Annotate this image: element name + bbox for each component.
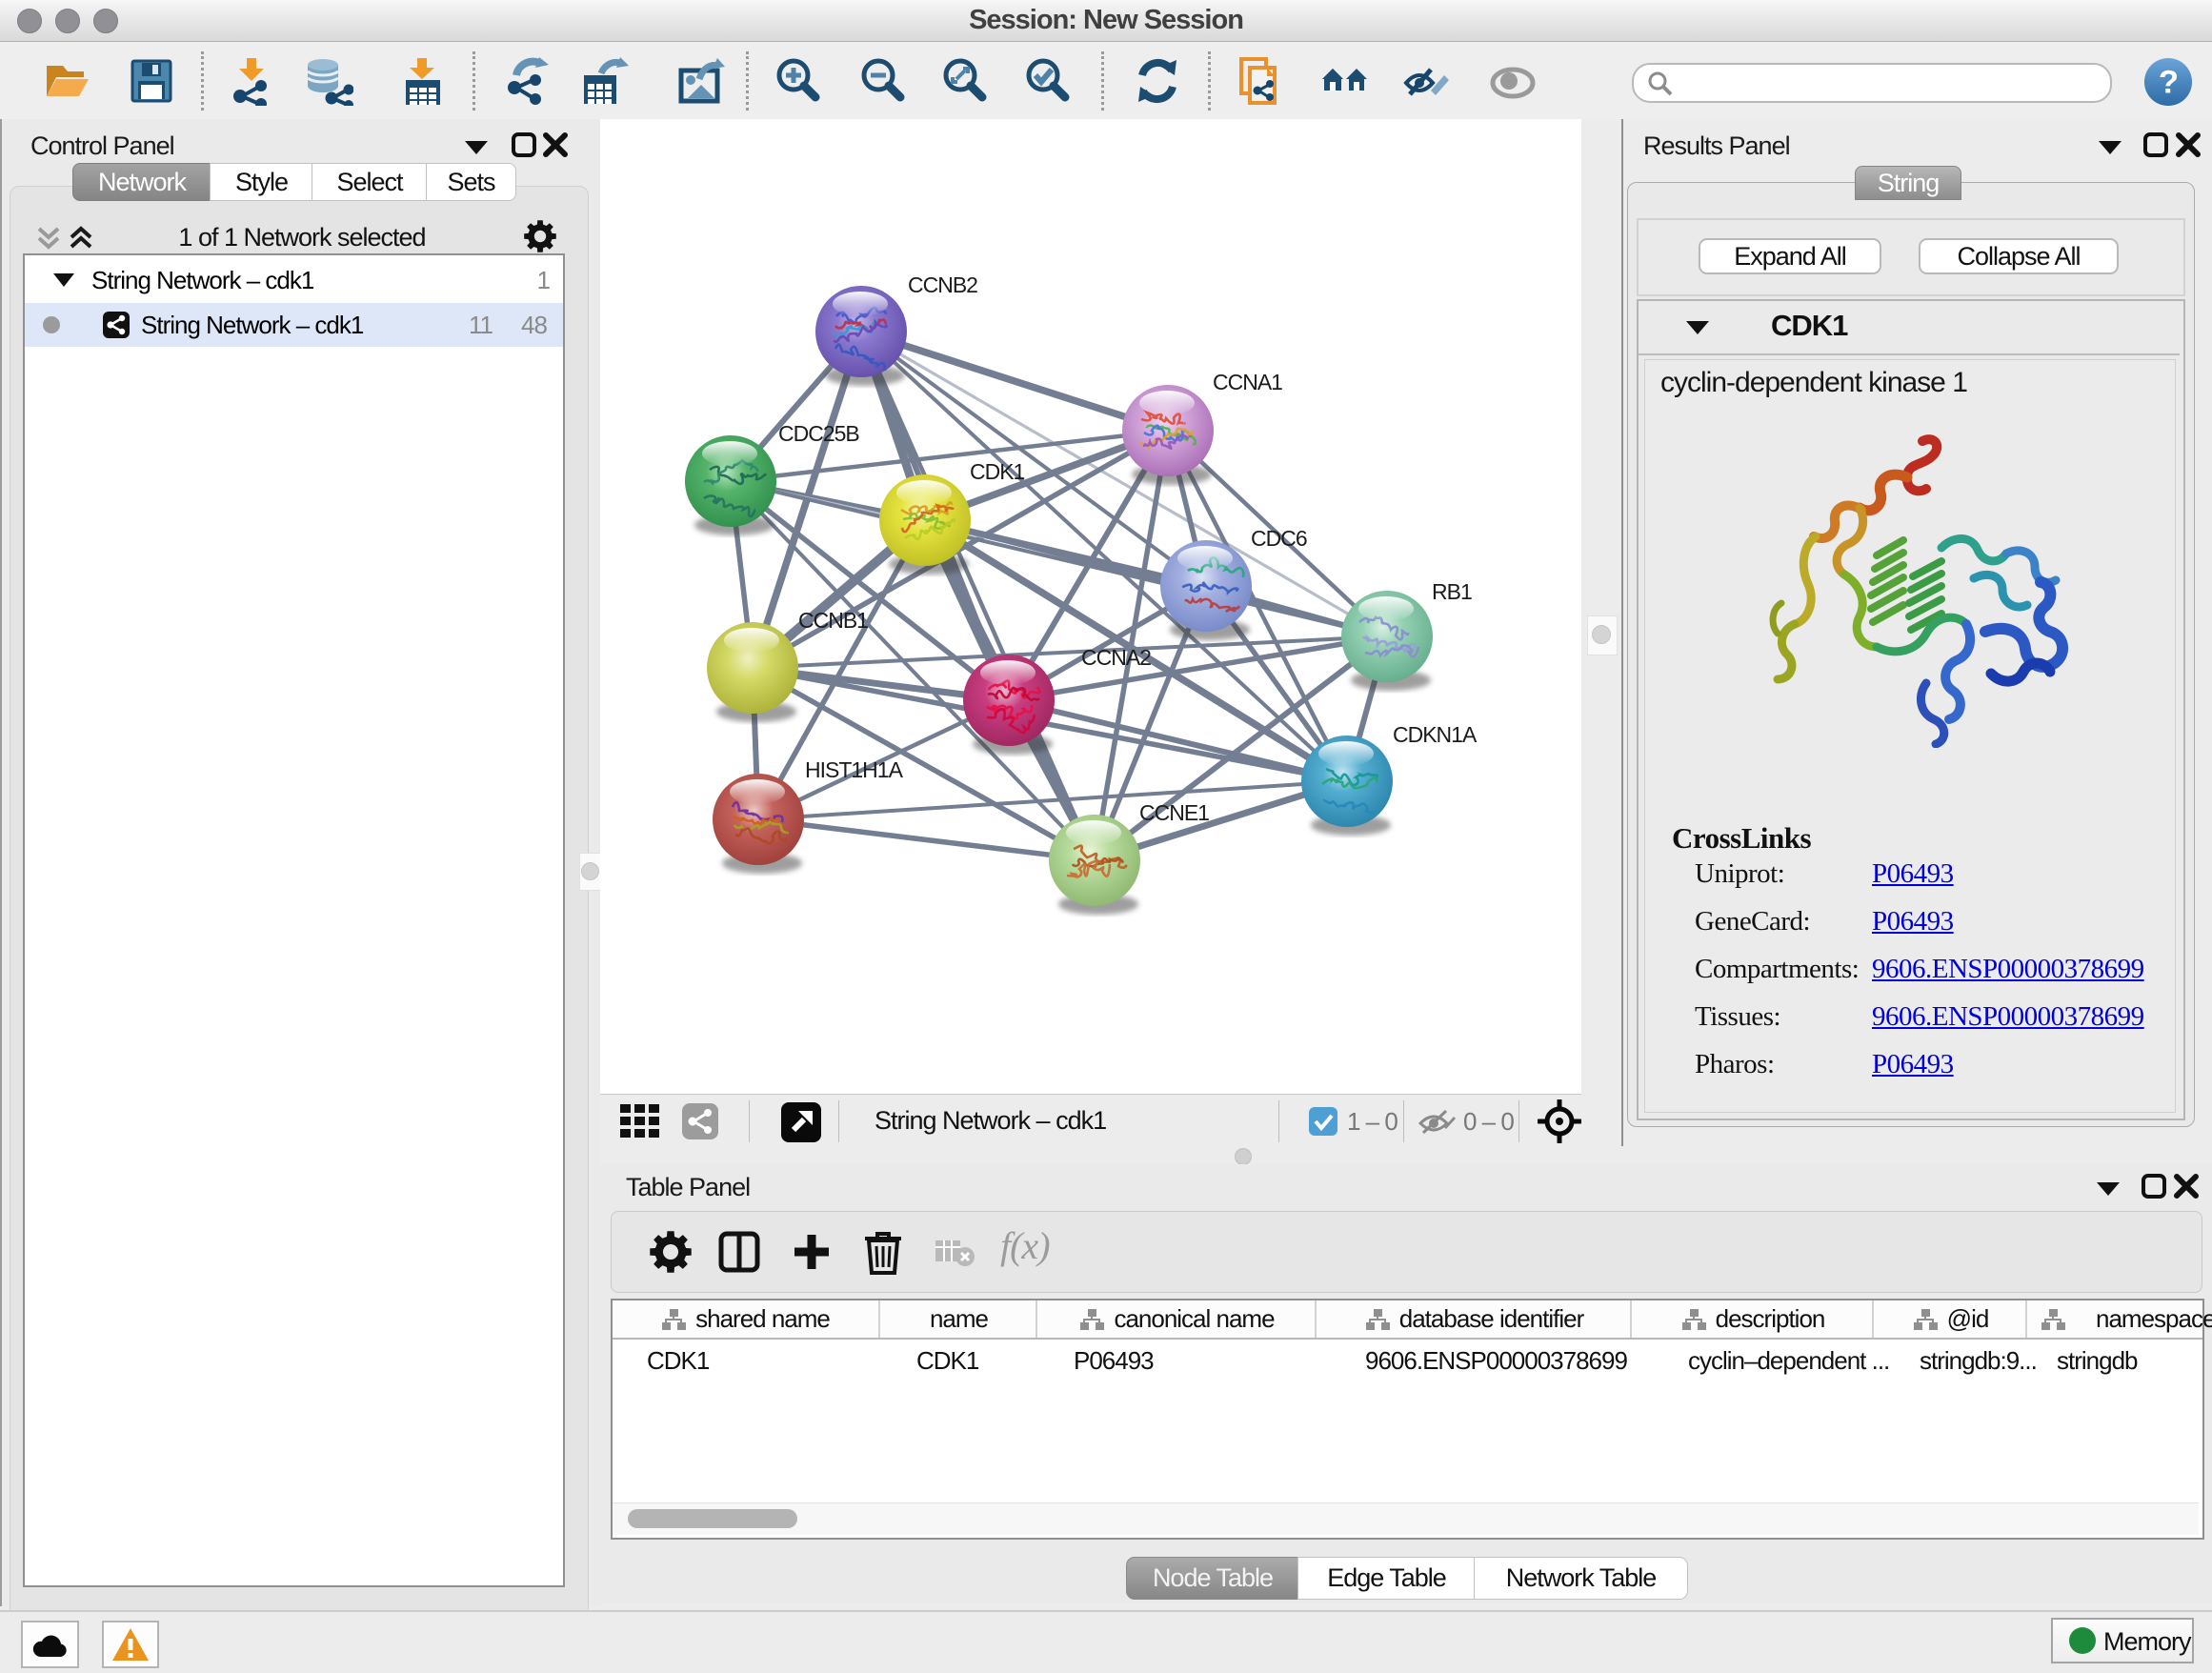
svg-text:CCNB2: CCNB2 — [908, 272, 977, 297]
svg-text:CDK1: CDK1 — [970, 459, 1025, 484]
svg-text:CDC6: CDC6 — [1251, 526, 1307, 551]
svg-text:?: ? — [2159, 65, 2178, 101]
svg-text:CDKN1A: CDKN1A — [1393, 722, 1478, 747]
svg-text:HIST1H1A: HIST1H1A — [805, 757, 904, 782]
svg-text:CCNA2: CCNA2 — [1081, 645, 1151, 670]
svg-text:CCNB1: CCNB1 — [798, 608, 868, 633]
svg-text:CDC25B: CDC25B — [778, 421, 859, 446]
svg-text:CCNE1: CCNE1 — [1139, 800, 1209, 825]
svg-text:RB1: RB1 — [1432, 579, 1472, 604]
svg-text:CCNA1: CCNA1 — [1213, 370, 1282, 394]
